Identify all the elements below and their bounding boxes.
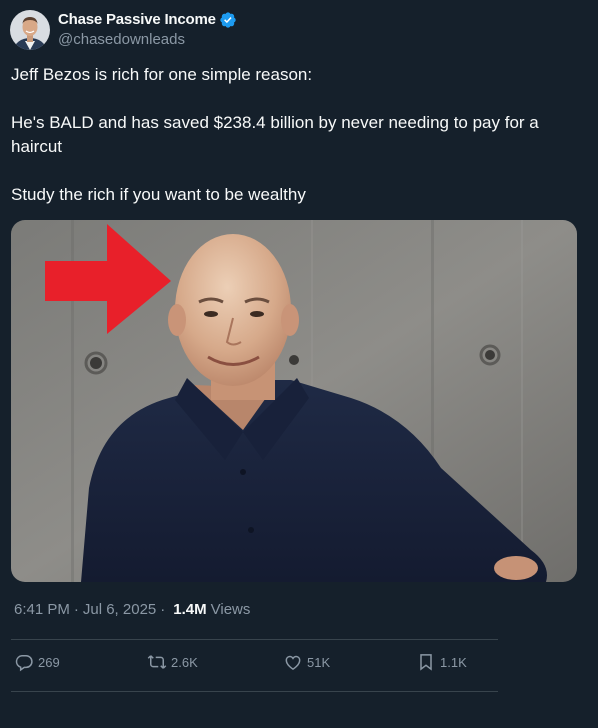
author-names: Chase Passive Income @chasedownleads xyxy=(58,10,237,50)
bookmark-icon xyxy=(420,654,432,671)
meta-separator: · xyxy=(73,601,79,618)
author-display-name[interactable]: Chase Passive Income xyxy=(58,10,216,30)
repost-icon xyxy=(147,655,167,669)
like-button[interactable]: 51K xyxy=(283,652,330,672)
heart-icon xyxy=(285,655,301,670)
bookmark-button[interactable]: 1.1K xyxy=(416,652,467,672)
repost-count: 2.6K xyxy=(171,654,198,670)
tweet-line-2: He's BALD and has saved $238.4 billion b… xyxy=(11,113,539,156)
meta-separator-2: · xyxy=(160,601,166,618)
reply-icon xyxy=(15,655,33,672)
views-count[interactable]: 1.4M xyxy=(173,601,206,618)
tweet-card[interactable]: Chase Passive Income @chasedownleads Jef… xyxy=(0,0,598,728)
tweet-media-photo[interactable] xyxy=(11,220,577,582)
repost-button[interactable]: 2.6K xyxy=(147,652,198,672)
tweet-text: Jeff Bezos is rich for one simple reason… xyxy=(11,63,581,231)
like-count: 51K xyxy=(307,654,331,670)
author-handle[interactable]: @chasedownleads xyxy=(58,30,237,50)
tweet-meta: 6:41 PM · Jul 6, 2025 · 1.4M Views xyxy=(14,601,250,618)
views-label: Views xyxy=(210,601,251,618)
verified-badge-icon[interactable] xyxy=(219,11,237,29)
tweet-time[interactable]: 6:41 PM xyxy=(14,601,70,618)
avatar-image xyxy=(10,10,50,50)
bookmark-count: 1.1K xyxy=(440,654,467,670)
tweet-header: Chase Passive Income @chasedownleads xyxy=(10,9,237,51)
reply-count: 269 xyxy=(38,654,60,670)
action-bar: 269 2.6K 51K 1.1K xyxy=(14,652,494,676)
reply-button[interactable]: 269 xyxy=(14,652,60,672)
avatar[interactable] xyxy=(10,10,50,50)
divider-bottom xyxy=(11,691,498,692)
photo-bald-man-with-red-arrow-image xyxy=(11,220,577,582)
tweet-line-1: Jeff Bezos is rich for one simple reason… xyxy=(11,65,313,84)
divider xyxy=(11,639,498,640)
tweet-line-3: Study the rich if you want to be wealthy xyxy=(11,185,306,204)
name-row: Chase Passive Income xyxy=(58,10,237,30)
tweet-date[interactable]: Jul 6, 2025 xyxy=(83,601,156,618)
